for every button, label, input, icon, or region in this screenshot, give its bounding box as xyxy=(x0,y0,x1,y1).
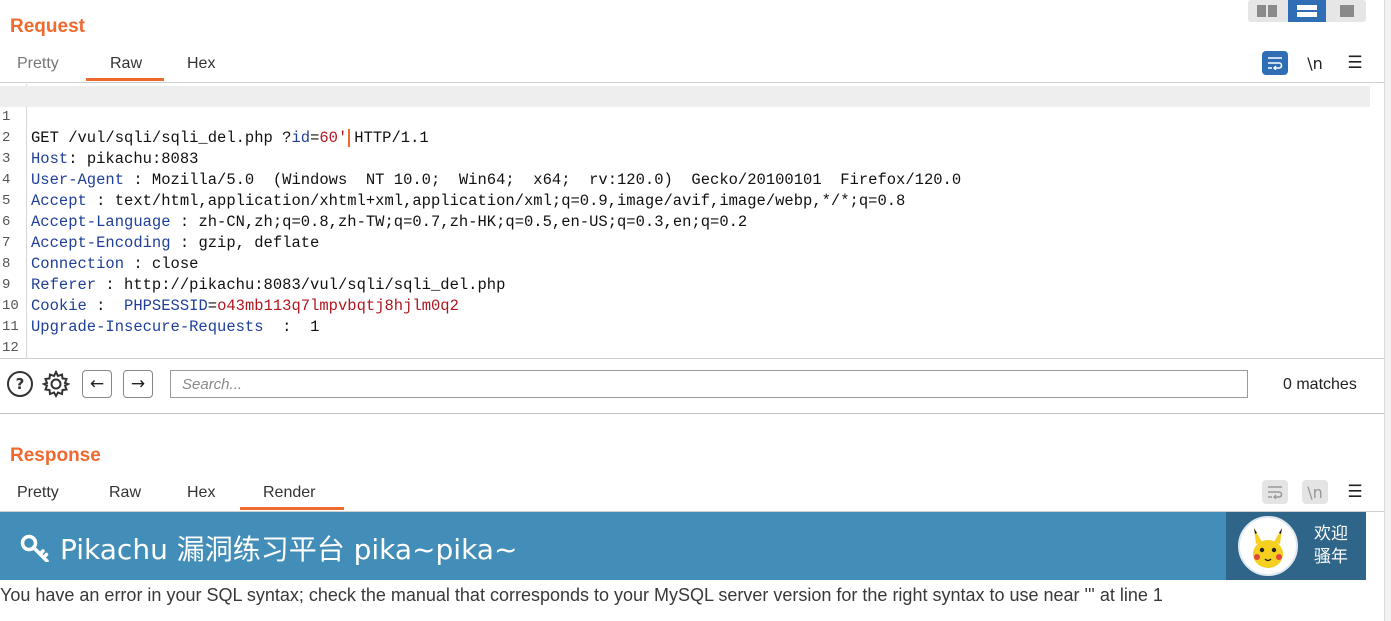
pane-split-divider[interactable] xyxy=(0,413,1384,414)
welcome-line-2: 骚年 xyxy=(1314,547,1348,567)
request-menu-button[interactable]: ☰ xyxy=(1342,51,1368,75)
request-tab-hex[interactable]: Hex xyxy=(187,55,215,73)
rendered-site-title: Pikachu 漏洞练习平台 pika~pika~ xyxy=(60,533,518,566)
response-title: Response xyxy=(10,445,101,466)
sql-error-message: You have an error in your SQL syntax; ch… xyxy=(0,585,1163,605)
response-tab-pretty[interactable]: Pretty xyxy=(17,484,59,502)
request-tab-raw[interactable]: Raw xyxy=(110,55,142,73)
wrap-lines-icon xyxy=(1268,486,1283,499)
search-next-button[interactable]: → xyxy=(123,370,153,398)
response-tab-raw[interactable]: Raw xyxy=(109,484,141,502)
response-tab-active-underline xyxy=(240,507,344,510)
request-title: Request xyxy=(10,16,85,37)
request-line-5[interactable]: 5 Accept-Language : zh-CN,zh;q=0.8,zh-TW… xyxy=(0,170,1370,231)
rendered-welcome-text: 欢迎 骚年 xyxy=(1314,523,1348,569)
request-line-8[interactable]: 8 Referer : http://pikachu:8083/vul/sqli… xyxy=(0,233,1370,294)
pikachu-icon xyxy=(1253,528,1283,568)
welcome-line-1: 欢迎 xyxy=(1314,524,1348,544)
settings-button[interactable] xyxy=(41,369,71,399)
single-pane-icon xyxy=(1340,5,1354,17)
request-line-11[interactable]: 11 xyxy=(0,296,1370,335)
search-match-count: 0 matches xyxy=(1283,376,1357,393)
vertical-scrollbar[interactable] xyxy=(1384,0,1391,621)
response-newline-toggle[interactable]: \n xyxy=(1302,480,1328,504)
response-tab-hex[interactable]: Hex xyxy=(187,484,215,502)
pikachu-avatar xyxy=(1238,516,1298,576)
rendered-user-area: 欢迎 骚年 xyxy=(1226,512,1366,580)
response-menu-button[interactable]: ☰ xyxy=(1342,480,1368,504)
request-wrap-lines-button[interactable] xyxy=(1262,51,1288,75)
layout-single-button[interactable] xyxy=(1328,0,1366,22)
key-icon xyxy=(20,534,49,562)
request-line-3[interactable]: 3 User-Agent : Mozilla/5.0 (Windows NT 1… xyxy=(0,128,1370,189)
request-line-9[interactable]: 9 Cookie : PHPSESSID=o43mb113q7lmpvbqtj8… xyxy=(0,254,1370,315)
response-tab-render[interactable]: Render xyxy=(263,484,315,502)
request-line-6[interactable]: 6 Accept-Encoding : gzip, deflate xyxy=(0,191,1370,252)
request-line-1[interactable]: 1 GET /vul/sqli/sqli_del.php ?id=60' HTTP… xyxy=(0,86,1370,147)
request-line-2[interactable]: 2 Host: pikachu:8083 xyxy=(0,107,1370,168)
layout-stacked-button[interactable] xyxy=(1288,0,1326,22)
stacked-icon xyxy=(1297,5,1317,17)
search-prev-button[interactable]: ← xyxy=(82,370,112,398)
line-number: 12 xyxy=(2,340,19,356)
search-input[interactable] xyxy=(170,370,1248,398)
response-wrap-lines-button[interactable] xyxy=(1262,480,1288,504)
gear-icon xyxy=(41,369,71,399)
request-tab-active-underline xyxy=(86,78,164,81)
rendered-page-banner: Pikachu 漏洞练习平台 pika~pika~ xyxy=(0,512,1226,580)
request-line-7[interactable]: 7 Connection : close xyxy=(0,212,1370,273)
editor-bottom-divider xyxy=(0,358,1384,359)
request-newline-toggle[interactable]: \n xyxy=(1302,51,1328,75)
request-tab-pretty[interactable]: Pretty xyxy=(17,55,59,73)
layout-side-by-side-button[interactable] xyxy=(1248,0,1286,22)
help-button[interactable]: ? xyxy=(7,371,33,397)
wrap-lines-icon xyxy=(1268,57,1283,70)
request-line-10[interactable]: 10 Upgrade-Insecure-Requests : 1 xyxy=(0,275,1370,336)
request-editor[interactable]: 1 GET /vul/sqli/sqli_del.php ?id=60' HTTP… xyxy=(0,84,1384,358)
request-line-4[interactable]: 4 Accept : text/html,application/xhtml+x… xyxy=(0,149,1370,210)
layout-toggle xyxy=(1248,0,1366,22)
side-by-side-icon xyxy=(1257,5,1277,17)
request-tabs-divider xyxy=(0,82,1384,83)
request-line-12[interactable]: 12 xyxy=(0,317,1370,356)
